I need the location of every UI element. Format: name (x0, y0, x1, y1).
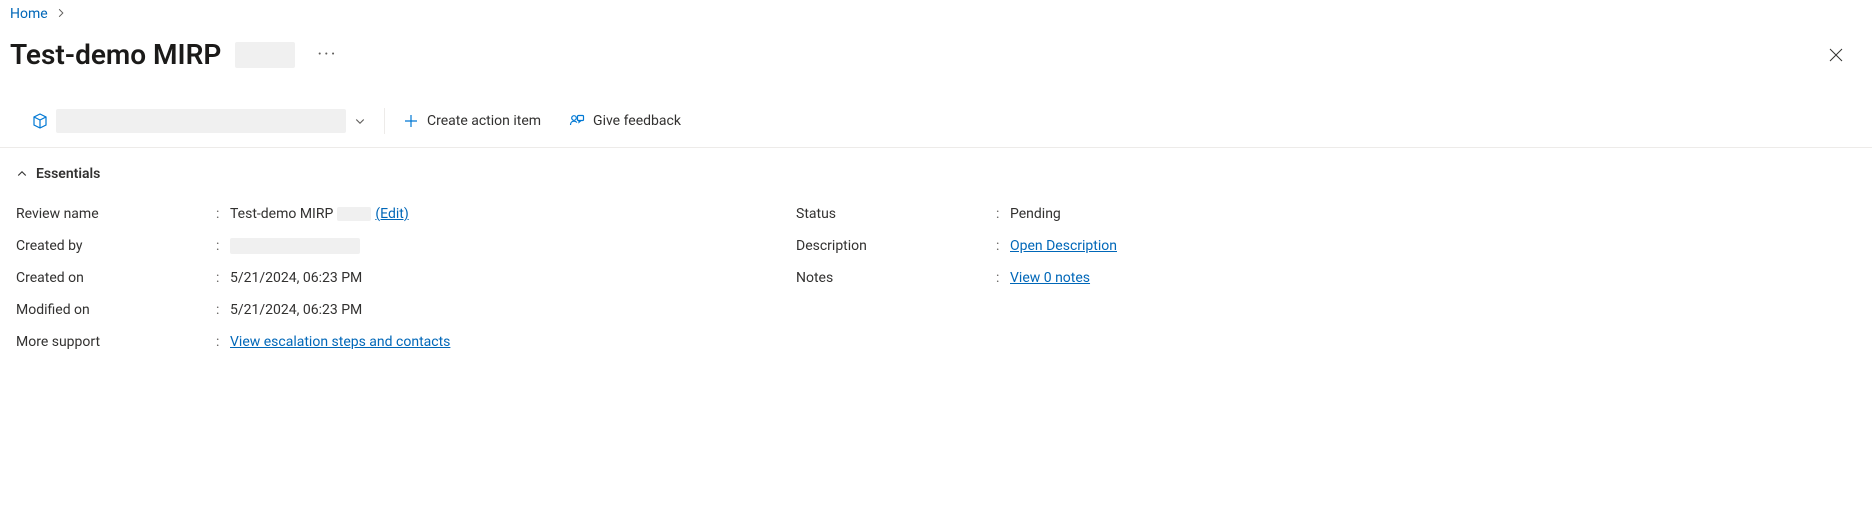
breadcrumb-home-link[interactable]: Home (10, 6, 48, 22)
close-button[interactable] (1820, 39, 1852, 71)
prop-label: Created on (16, 270, 216, 286)
command-bar: Create action item Give feedback (0, 99, 1872, 148)
plus-icon (403, 113, 419, 129)
command-divider (384, 108, 385, 134)
prop-value: 5/21/2024, 06:23 PM (230, 302, 362, 318)
redacted-created-by (230, 238, 360, 254)
prop-label: Review name (16, 206, 216, 222)
prop-label: Created by (16, 238, 216, 254)
prop-sep: : (996, 238, 1010, 254)
review-name-value: Test-demo MIRP (230, 206, 333, 222)
prop-status: Status : Pending (796, 198, 1576, 230)
give-feedback-button[interactable]: Give feedback (555, 107, 695, 135)
redacted-title-suffix (235, 42, 295, 68)
essentials-col-right: Status : Pending Description : Open Desc… (796, 198, 1576, 358)
prop-sep: : (216, 302, 230, 318)
essentials-label: Essentials (36, 166, 100, 182)
prop-sep: : (216, 238, 230, 254)
prop-value (230, 238, 360, 254)
feedback-icon (569, 113, 585, 129)
modified-on-value: 5/21/2024, 06:23 PM (230, 302, 362, 318)
redacted-review-name-part (337, 207, 371, 221)
prop-sep: : (996, 270, 1010, 286)
prop-modified-on: Modified on : 5/21/2024, 06:23 PM (16, 294, 796, 326)
prop-sep: : (216, 270, 230, 286)
prop-more-support: More support : View escalation steps and… (16, 326, 796, 358)
package-icon (32, 113, 48, 129)
prop-label: Notes (796, 270, 996, 286)
create-action-item-button[interactable]: Create action item (389, 107, 555, 135)
escalation-link[interactable]: View escalation steps and contacts (230, 334, 450, 350)
prop-created-by: Created by : (16, 230, 796, 262)
redacted-scope-label (56, 109, 346, 133)
create-action-item-label: Create action item (427, 113, 541, 129)
prop-value: View escalation steps and contacts (230, 334, 450, 350)
prop-value: Test-demo MIRP (Edit) (230, 206, 409, 222)
prop-value: View 0 notes (1010, 270, 1090, 286)
prop-description: Description : Open Description (796, 230, 1576, 262)
page-title: Test-demo MIRP (10, 38, 221, 71)
prop-sep: : (216, 334, 230, 350)
prop-value: 5/21/2024, 06:23 PM (230, 270, 362, 286)
edit-review-name-link[interactable]: (Edit) (375, 206, 408, 222)
prop-review-name: Review name : Test-demo MIRP (Edit) (16, 198, 796, 230)
prop-notes: Notes : View 0 notes (796, 262, 1576, 294)
essentials-toggle[interactable]: Essentials (0, 148, 1872, 192)
page-title-group: Test-demo MIRP ··· (10, 38, 345, 71)
chevron-down-icon (354, 115, 366, 127)
prop-sep: : (216, 206, 230, 222)
prop-value: Open Description (1010, 238, 1117, 254)
prop-label: Status (796, 206, 996, 222)
prop-label: More support (16, 334, 216, 350)
prop-label: Description (796, 238, 996, 254)
open-description-link[interactable]: Open Description (1010, 238, 1117, 254)
created-on-value: 5/21/2024, 06:23 PM (230, 270, 362, 286)
prop-value: Pending (1010, 206, 1061, 222)
chevron-right-icon (56, 7, 66, 21)
chevron-up-icon (16, 168, 28, 180)
prop-label: Modified on (16, 302, 216, 318)
resource-scope-dropdown[interactable] (18, 103, 380, 139)
essentials-col-left: Review name : Test-demo MIRP (Edit) Crea… (16, 198, 796, 358)
more-actions-button[interactable]: ··· (309, 40, 345, 69)
view-notes-link[interactable]: View 0 notes (1010, 270, 1090, 286)
page-header: Test-demo MIRP ··· (0, 28, 1872, 99)
prop-created-on: Created on : 5/21/2024, 06:23 PM (16, 262, 796, 294)
prop-sep: : (996, 206, 1010, 222)
give-feedback-label: Give feedback (593, 113, 681, 129)
essentials-grid: Review name : Test-demo MIRP (Edit) Crea… (0, 192, 1872, 378)
breadcrumb: Home (0, 0, 1872, 28)
status-value: Pending (1010, 206, 1061, 222)
